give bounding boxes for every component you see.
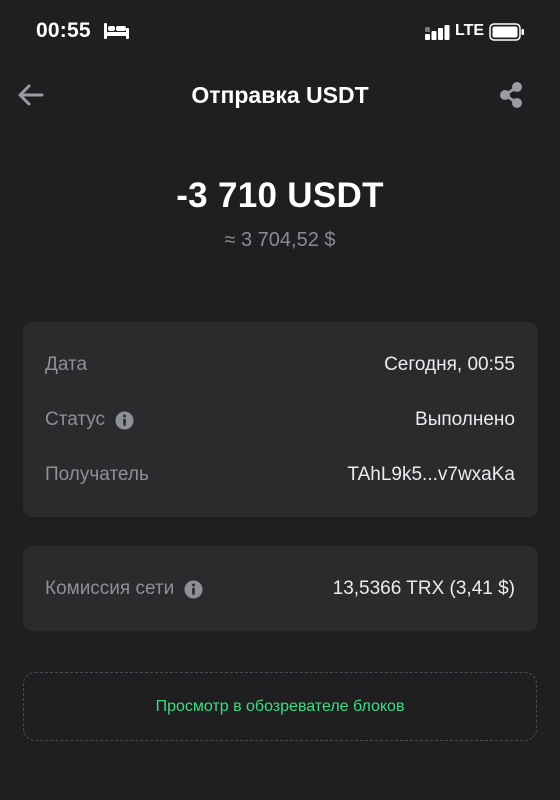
explorer-button-label: Просмотр в обозревателе блоков	[155, 697, 405, 715]
info-icon[interactable]	[184, 580, 203, 599]
bed-icon	[104, 23, 129, 39]
header: Отправка USDT	[0, 70, 560, 120]
status-label-group: Статус	[45, 409, 134, 431]
fee-card: Комиссия сети 13,5366 TRX (3,41 $)	[23, 546, 538, 631]
date-value: Сегодня, 00:55	[384, 354, 515, 375]
recipient-address[interactable]: TAhL9k5...v7wxaKa	[347, 464, 515, 486]
status-row: Статус Выполнено	[45, 405, 515, 435]
date-row: Дата Сегодня, 00:55	[45, 350, 515, 380]
share-icon	[500, 82, 522, 108]
page-title: Отправка USDT	[191, 82, 369, 108]
fee-label: Комиссия сети	[45, 578, 175, 599]
fee-label-group: Комиссия сети	[45, 578, 203, 600]
transaction-amount: -3 710 USDT	[176, 176, 384, 215]
status-bar: 00:55 LTE	[0, 0, 560, 64]
date-label: Дата	[45, 354, 88, 375]
transaction-fiat-amount: ≈ 3 704,52 $	[224, 229, 336, 251]
status-time: 00:55	[36, 19, 91, 42]
status-label: Статус	[45, 409, 106, 430]
fee-row: Комиссия сети 13,5366 TRX (3,41 $)	[45, 574, 515, 604]
view-in-explorer-button[interactable]: Просмотр в обозревателе блоков	[23, 672, 537, 741]
recipient-label: Получатель	[45, 464, 149, 485]
recipient-row: Получатель TAhL9k5...v7wxaKa	[45, 460, 515, 490]
share-button[interactable]	[494, 78, 528, 112]
network-type: LTE	[455, 22, 485, 39]
fee-value: 13,5366 TRX (3,41 $)	[332, 578, 515, 599]
status-value: Выполнено	[415, 409, 515, 430]
battery-icon	[489, 23, 524, 41]
signal-icon	[425, 25, 450, 40]
info-icon[interactable]	[115, 411, 134, 430]
details-card: Дата Сегодня, 00:55 Статус Выполнено Пол…	[23, 322, 538, 517]
